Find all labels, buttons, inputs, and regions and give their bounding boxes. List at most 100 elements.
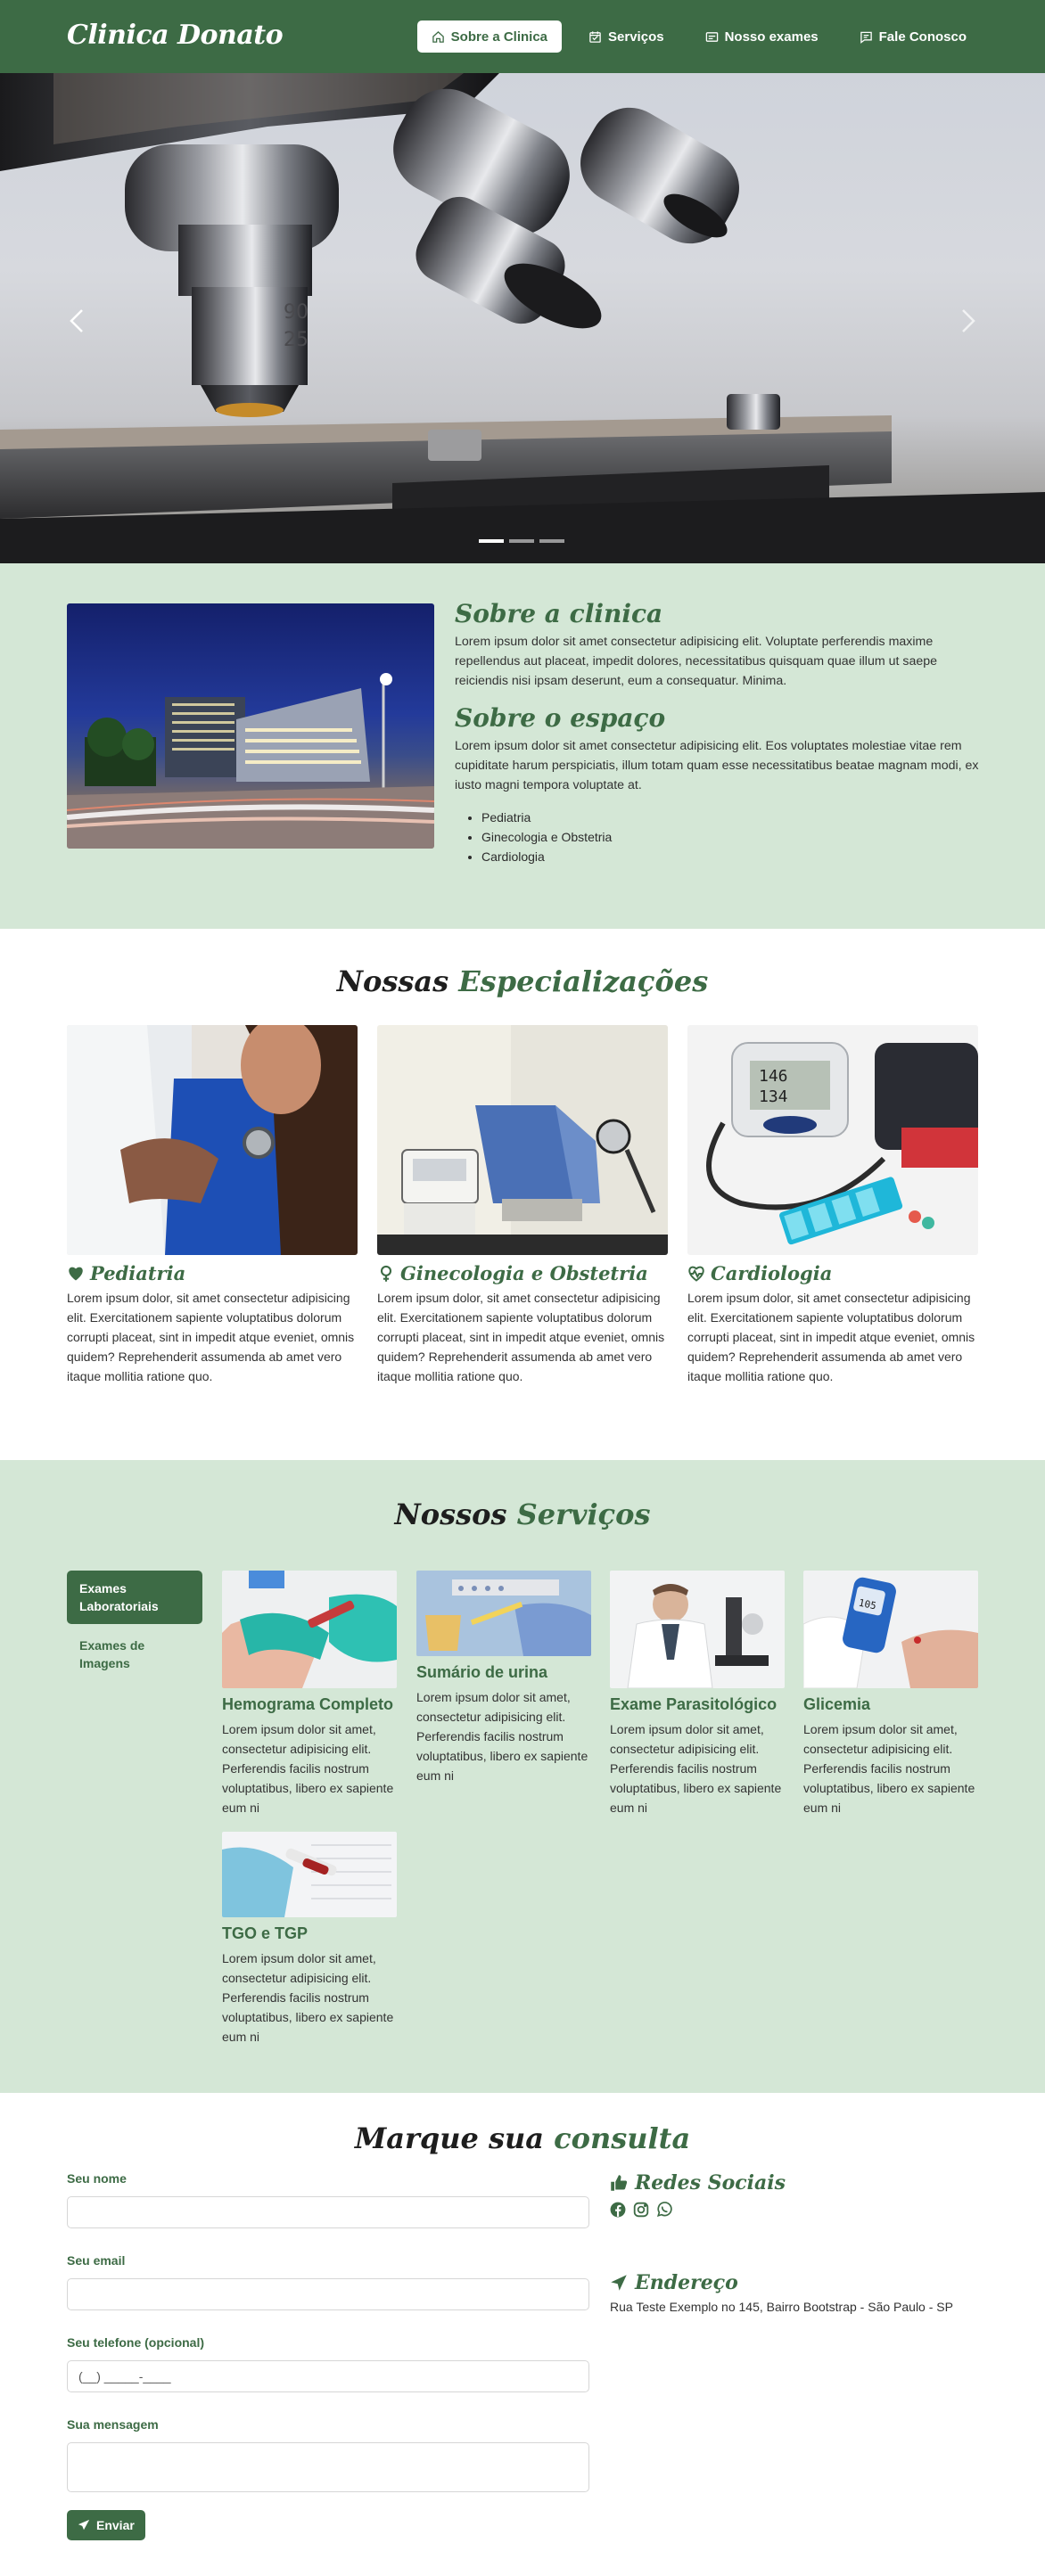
specialty-text: Lorem ipsum dolor, sit amet consectetur … bbox=[687, 1291, 975, 1383]
service-title: TGO e TGP bbox=[222, 1924, 309, 1942]
microscope-photo: 90 25 bbox=[0, 73, 1045, 563]
service-card-glicemia: 105 Glicemia Lorem ipsum dolor sit amet,… bbox=[803, 1571, 978, 1817]
cardiologia-photo: 146 134 bbox=[687, 1025, 978, 1255]
specialty-title: Pediatria bbox=[67, 1262, 358, 1284]
sobre-section: Sobre a clinica Lorem ipsum dolor sit am… bbox=[0, 563, 1045, 929]
espaco-text: Lorem ipsum dolor sit amet consectetur a… bbox=[455, 739, 979, 792]
objective-label-25: 25 bbox=[284, 329, 309, 351]
specialty-text: Lorem ipsum dolor, sit amet consectetur … bbox=[67, 1291, 355, 1383]
service-text: Lorem ipsum dolor sit amet, consectetur … bbox=[222, 1951, 394, 2044]
hero-carousel: 90 25 bbox=[0, 73, 1045, 563]
home-icon bbox=[432, 30, 444, 43]
carousel-indicator-1[interactable] bbox=[479, 539, 504, 543]
sobre-title: Sobre a clinica bbox=[455, 599, 663, 628]
tab-exames-laboratoriais[interactable]: Exames Laboratoriais bbox=[67, 1571, 202, 1624]
main-nav: Sobre a Clinica Serviços Nosso exames Fa… bbox=[416, 21, 981, 53]
clinic-building-photo bbox=[67, 603, 434, 849]
specialty-card-pediatria: Pediatria Lorem ipsum dolor, sit amet co… bbox=[67, 1025, 358, 1386]
specialty-title-text: Pediatria bbox=[90, 1262, 186, 1284]
email-label: Seu email bbox=[67, 2253, 126, 2268]
card-icon bbox=[705, 31, 718, 42]
chat-icon bbox=[860, 31, 872, 44]
social-title-text: Redes Sociais bbox=[635, 2171, 786, 2195]
consulta-section: Marque sua consulta Seu nome Seu email S… bbox=[0, 2093, 1045, 2576]
nav-item-contato[interactable]: Fale Conosco bbox=[845, 21, 981, 53]
title-accent: Serviços bbox=[516, 1497, 651, 1531]
brand-logo[interactable]: Clinica Donato bbox=[67, 20, 284, 51]
specialty-card-ginecologia: Ginecologia e Obstetria Lorem ipsum dolo… bbox=[377, 1025, 668, 1386]
consulta-title: Marque sua consulta bbox=[0, 2121, 1045, 2155]
specialty-card-cardiologia: 146 134 Cardiologia Lorem ipsum dolor, s… bbox=[687, 1025, 978, 1386]
service-title: Exame Parasitológico bbox=[610, 1695, 778, 1713]
contact-sidebar: Redes Sociais Endereço Rua Teste Exemplo… bbox=[610, 2171, 984, 2314]
email-input[interactable] bbox=[67, 2278, 589, 2310]
service-title: Sumário de urina bbox=[416, 1663, 548, 1681]
tab-exames-imagens[interactable]: Exames de Imagens bbox=[67, 1628, 202, 1681]
nav-item-label: Sobre a Clinica bbox=[450, 29, 548, 45]
name-label: Seu nome bbox=[67, 2171, 127, 2186]
address-title: Endereço bbox=[610, 2271, 984, 2294]
service-text: Lorem ipsum dolor sit amet, consectetur … bbox=[610, 1722, 782, 1815]
hemograma-photo bbox=[222, 1571, 397, 1688]
thumbs-up-icon bbox=[611, 2175, 628, 2191]
parasitologico-photo bbox=[610, 1571, 785, 1688]
facebook-icon[interactable] bbox=[610, 2202, 626, 2218]
social-links bbox=[610, 2202, 984, 2218]
urina-photo bbox=[416, 1571, 591, 1656]
instagram-icon[interactable] bbox=[633, 2202, 649, 2218]
list-item: Cardiologia bbox=[481, 847, 981, 866]
message-textarea[interactable] bbox=[67, 2442, 589, 2492]
address-title-text: Endereço bbox=[635, 2271, 738, 2294]
objective-label-90: 90 bbox=[284, 301, 309, 324]
specialty-list: Pediatria Ginecologia e Obstetria Cardio… bbox=[455, 808, 981, 866]
nav-item-servicos[interactable]: Serviços bbox=[574, 21, 679, 53]
nav-item-label: Serviços bbox=[608, 29, 664, 45]
chevron-right-icon bbox=[962, 309, 975, 332]
name-input[interactable] bbox=[67, 2196, 589, 2228]
carousel-next-button[interactable] bbox=[949, 303, 984, 339]
carousel-indicator-3[interactable] bbox=[539, 539, 564, 543]
monitor-readout-2: 134 bbox=[759, 1087, 788, 1106]
location-arrow-icon bbox=[611, 2275, 627, 2291]
list-item: Ginecologia e Obstetria bbox=[481, 827, 981, 847]
phone-label: Seu telefone (opcional) bbox=[67, 2335, 205, 2350]
nav-item-sobre[interactable]: Sobre a Clinica bbox=[416, 21, 563, 53]
service-card-hemograma: Hemograma Completo Lorem ipsum dolor sit… bbox=[222, 1571, 397, 1817]
nav-item-label: Fale Conosco bbox=[878, 29, 967, 45]
nav-item-exames[interactable]: Nosso exames bbox=[691, 21, 833, 53]
female-icon bbox=[380, 1265, 392, 1282]
address-text: Rua Teste Exemplo no 145, Bairro Bootstr… bbox=[610, 2300, 953, 2314]
service-text: Lorem ipsum dolor sit amet, consectetur … bbox=[416, 1690, 588, 1783]
carousel-prev-button[interactable] bbox=[61, 303, 96, 339]
specialty-title-text: Ginecologia e Obstetria bbox=[400, 1262, 648, 1284]
service-text: Lorem ipsum dolor sit amet, consectetur … bbox=[803, 1722, 975, 1815]
nav-item-label: Nosso exames bbox=[724, 29, 819, 45]
specialty-text: Lorem ipsum dolor, sit amet consectetur … bbox=[377, 1291, 665, 1383]
appointment-form: Seu nome Seu email Seu telefone (opciona… bbox=[67, 2171, 589, 2540]
monitor-readout-1: 146 bbox=[759, 1067, 788, 1086]
heart-icon bbox=[69, 1267, 83, 1280]
service-card-tgo-tgp: TGO e TGP Lorem ipsum dolor sit amet, co… bbox=[222, 1832, 397, 2047]
tgo-tgp-photo bbox=[222, 1832, 397, 1917]
carousel-indicators bbox=[479, 539, 564, 543]
sobre-text: Lorem ipsum dolor sit amet consectetur a… bbox=[455, 635, 938, 688]
send-icon bbox=[78, 2519, 90, 2531]
title-part: Nossos bbox=[394, 1497, 507, 1531]
heart-pulse-icon bbox=[688, 1266, 704, 1282]
espaco-title: Sobre o espaço bbox=[455, 703, 666, 733]
carousel-indicator-2[interactable] bbox=[509, 539, 534, 543]
message-label: Sua mensagem bbox=[67, 2417, 159, 2432]
send-button-label: Enviar bbox=[96, 2518, 135, 2532]
social-title: Redes Sociais bbox=[610, 2171, 984, 2195]
whatsapp-icon[interactable] bbox=[656, 2202, 672, 2218]
service-title: Hemograma Completo bbox=[222, 1695, 394, 1713]
specialty-title: Cardiologia bbox=[687, 1262, 978, 1284]
phone-input[interactable] bbox=[67, 2360, 589, 2392]
calendar-icon bbox=[589, 30, 601, 43]
send-button[interactable]: Enviar bbox=[67, 2510, 145, 2540]
title-part: Nossas bbox=[336, 964, 449, 998]
specialty-title: Ginecologia e Obstetria bbox=[377, 1262, 668, 1284]
glicemia-photo: 105 bbox=[803, 1571, 978, 1688]
specialty-title-text: Cardiologia bbox=[711, 1262, 833, 1284]
service-card-parasitologico: Exame Parasitológico Lorem ipsum dolor s… bbox=[610, 1571, 785, 1817]
